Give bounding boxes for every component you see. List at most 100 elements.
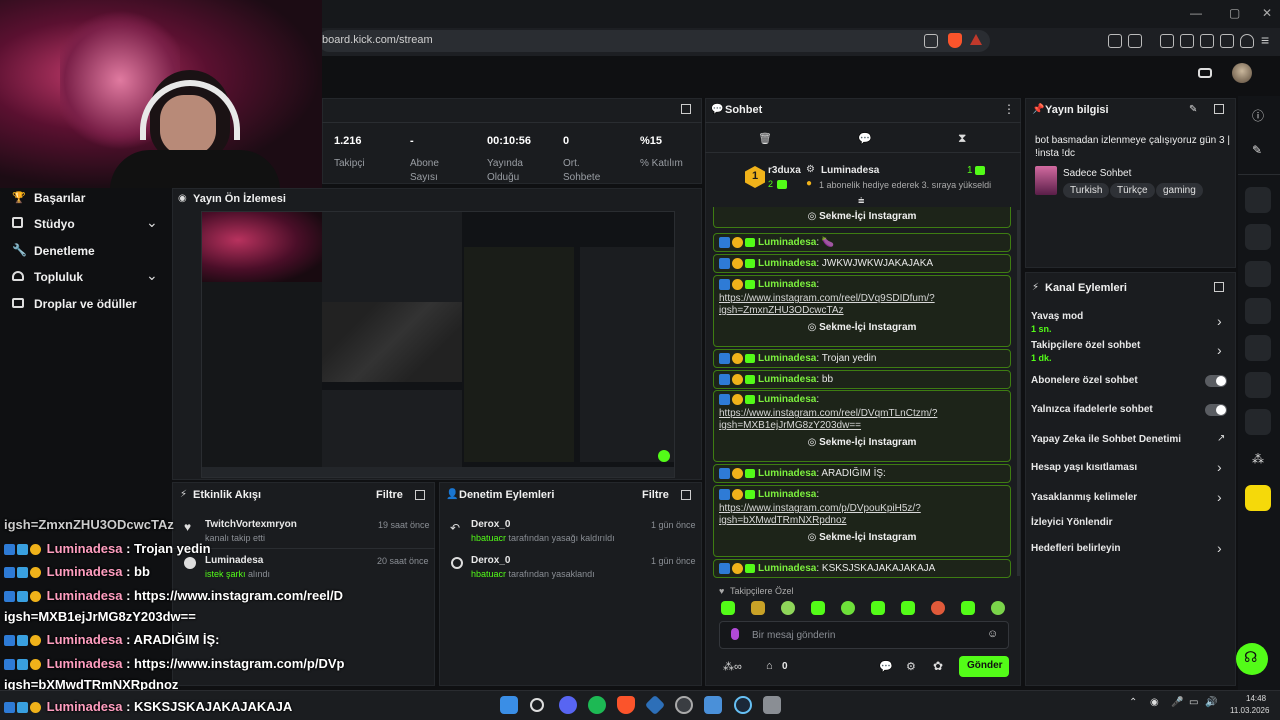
category-thumbnail[interactable] (1035, 166, 1057, 195)
sidebar-item-community[interactable]: Topluluk ⌄ (12, 267, 162, 287)
chat-username[interactable]: Luminadesa (758, 394, 816, 405)
notepad-icon[interactable] (704, 696, 722, 714)
chat-username[interactable]: Luminadesa (758, 489, 816, 500)
clock-date[interactable]: 11.03.2026 (1230, 706, 1269, 715)
chat-username[interactable]: Luminadesa (758, 279, 816, 290)
chat-username[interactable]: Luminadesa (758, 563, 816, 574)
ig-button-label[interactable]: Sekme-İçi Instagram (819, 532, 916, 543)
treasure-icon[interactable] (1245, 485, 1271, 511)
chat-link[interactable]: https://www.instagram.com/reel/DVqmTLnCt… (719, 408, 1005, 419)
chevron-up-icon[interactable]: ⌃ (1129, 697, 1137, 708)
chat-message[interactable]: Luminadesa: https://www.instagram.com/re… (713, 390, 1011, 462)
chat-username[interactable]: Luminadesa (758, 468, 816, 479)
chat-scrollbar[interactable] (1017, 210, 1020, 576)
layout-icon[interactable] (1245, 187, 1271, 213)
hourglass-icon[interactable]: ⧗ (958, 131, 966, 146)
more-options-icon[interactable]: ⋮ (1003, 102, 1015, 116)
clock-time[interactable]: 14:48 (1246, 694, 1266, 703)
user-card-icon[interactable] (1245, 372, 1271, 398)
goals-row[interactable]: Hedefleri belirleyin › (1031, 540, 1229, 558)
category-name[interactable]: Sadece Sohbet (1063, 168, 1131, 179)
expand-icon[interactable] (415, 490, 425, 500)
activity-user[interactable]: Luminadesa (205, 555, 263, 566)
chat-link[interactable]: igsh=MXB1ejJrMG8zY203dw== (719, 420, 1005, 431)
chat-message[interactable]: Luminadesa: ARADIĞIM İŞ: (713, 464, 1011, 483)
chat-message[interactable]: Luminadesa: bb (713, 370, 1011, 389)
chat-bubble-icon[interactable]: 💬 (879, 660, 893, 673)
chat-message[interactable]: Luminadesa: 🍆 (713, 233, 1011, 252)
brave-rewards-icon[interactable] (970, 34, 982, 45)
wrench-icon[interactable] (1245, 409, 1271, 435)
discord-tray-icon[interactable]: ◉ (1150, 697, 1159, 708)
ai-moderation-row[interactable]: Yapay Zeka ile Sohbet Denetimi ↗ (1031, 433, 1229, 449)
emotes-only-toggle[interactable] (1205, 404, 1227, 416)
extensions-icon[interactable] (1108, 34, 1122, 48)
chat-username[interactable]: Luminadesa (758, 374, 816, 385)
chat-message[interactable]: Luminadesa: JWKWJWKWJAKAJAKA (713, 254, 1011, 273)
expand-icon[interactable] (1214, 104, 1224, 114)
chat-username[interactable]: Luminadesa (758, 258, 816, 269)
chat-message-link-button[interactable]: ◎ Sekme-İçi Instagram (713, 207, 1011, 228)
mic-icon[interactable]: 🎤 (1171, 697, 1183, 708)
banned-words-row[interactable]: Yasaklanmış kelimeler › (1031, 489, 1229, 507)
emote-icon[interactable] (811, 601, 825, 615)
chat-link[interactable]: igsh=bXMwdTRmNXRpdnoz (719, 515, 1005, 526)
chat-message[interactable]: Luminadesa: KSKSJSKAJAKAJAKAJA (713, 559, 1011, 578)
emote-icon[interactable] (901, 601, 915, 615)
info-icon[interactable]: ⓘ (1252, 107, 1264, 124)
emote-icon[interactable] (781, 601, 795, 615)
expand-icon[interactable] (681, 104, 691, 114)
emote-icon[interactable] (751, 601, 765, 615)
expand-icon[interactable] (1214, 282, 1224, 292)
menu-icon[interactable]: ≡ (1261, 32, 1273, 48)
emote-icon[interactable] (961, 601, 975, 615)
account-age-row[interactable]: Hesap yaşı kısıtlaması › (1031, 459, 1229, 477)
chat-link[interactable]: https://www.instagram.com/reel/DVq9SDIDf… (719, 293, 1005, 304)
app-icon[interactable] (763, 696, 781, 714)
sidebar-item-studio[interactable]: Stüdyo ⌄ (12, 214, 162, 234)
slow-mode-row[interactable]: Yavaş mod 1 sn. › (1031, 311, 1229, 335)
moderation-filter-button[interactable]: Filtre (642, 489, 669, 501)
chat-link[interactable]: igsh=ZmxnZHU3ODcwcTAz (719, 305, 1005, 316)
chat-bubble-icon[interactable] (1245, 298, 1271, 324)
pencil-icon[interactable]: ✎ (1252, 143, 1262, 157)
activity-user[interactable]: TwitchVortexmryon (205, 519, 297, 530)
chat-username[interactable]: Luminadesa (758, 237, 816, 248)
discord-icon[interactable] (559, 696, 577, 714)
emoji-icon[interactable]: ☺ (987, 628, 998, 640)
emote-icon[interactable] (871, 601, 885, 615)
trash-icon[interactable]: 🗑 (758, 132, 772, 145)
expand-icon[interactable] (681, 490, 691, 500)
spotify-icon[interactable] (588, 696, 606, 714)
mic-icon[interactable] (731, 628, 739, 640)
windows-start-icon[interactable] (500, 696, 518, 714)
screenshot-icon[interactable] (1128, 34, 1142, 48)
tag[interactable]: Turkish (1063, 183, 1110, 198)
avatar[interactable] (1232, 63, 1252, 83)
tag[interactable]: Türkçe (1110, 183, 1155, 198)
sidebar-item-achievements[interactable]: 🏆 Başarılar (12, 190, 184, 208)
moderation-user[interactable]: Derox_0 (471, 555, 510, 566)
raid-row[interactable]: İzleyici Yönlendir (1031, 516, 1229, 532)
sidebar-item-drops[interactable]: Droplar ve ödüller (12, 296, 162, 314)
moderation-user[interactable]: Derox_0 (471, 519, 510, 530)
subscribers-only-toggle[interactable] (1205, 375, 1227, 387)
chat-username[interactable]: Luminadesa (758, 353, 816, 364)
close-window-button[interactable]: ✕ (1262, 6, 1272, 20)
broadcast-icon[interactable] (1198, 68, 1212, 78)
pinned-user[interactable]: Luminadesa (821, 165, 879, 176)
network-icon[interactable]: ▭ (1189, 697, 1198, 708)
wallet-icon[interactable] (1220, 34, 1234, 48)
document-icon[interactable] (1245, 261, 1271, 287)
gear-icon[interactable]: ⚙ (906, 660, 916, 673)
sidebar-toggle-icon[interactable] (1180, 34, 1194, 48)
emotes-only-row[interactable]: Yalnızca ifadelerle sohbet (1031, 403, 1229, 419)
brave-shield-icon[interactable] (948, 33, 962, 48)
chat-message[interactable]: Luminadesa: https://www.instagram.com/p/… (713, 485, 1011, 557)
emote-icon[interactable] (991, 601, 1005, 615)
followers-only-row[interactable]: Takipçilere özel sohbet 1 dk. › (1031, 340, 1229, 364)
puzzle-icon[interactable]: ✿ (933, 659, 943, 673)
vpn-icon[interactable] (1240, 34, 1254, 48)
ig-button-label[interactable]: Sekme-İçi Instagram (819, 322, 916, 333)
emote-icon[interactable] (841, 601, 855, 615)
